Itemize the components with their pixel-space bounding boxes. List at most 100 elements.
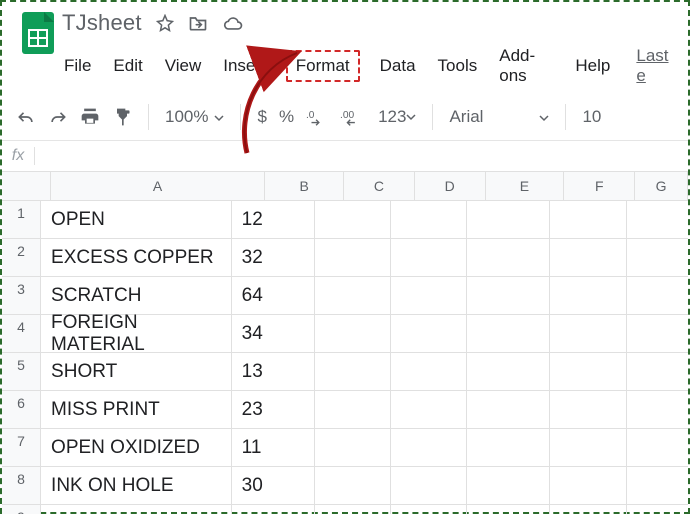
menu-view[interactable]: View — [163, 52, 204, 80]
number-format-select[interactable]: 123 — [378, 107, 416, 127]
cell-G9[interactable] — [627, 505, 688, 514]
cell-D2[interactable] — [391, 239, 467, 276]
cell-C4[interactable] — [315, 315, 391, 352]
cell-C7[interactable] — [315, 429, 391, 466]
currency-button[interactable]: $ — [257, 107, 266, 127]
cell-B4[interactable]: 34 — [232, 315, 315, 352]
cell-B1[interactable]: 12 — [232, 201, 315, 238]
cell-E1[interactable] — [467, 201, 550, 238]
cell-D1[interactable] — [391, 201, 467, 238]
cell-A6[interactable]: MISS PRINT — [41, 391, 232, 428]
cell-E8[interactable] — [467, 467, 550, 504]
cell-F2[interactable] — [550, 239, 626, 276]
col-header-F[interactable]: F — [564, 172, 635, 200]
cell-E4[interactable] — [467, 315, 550, 352]
row-header[interactable]: 9 — [2, 505, 41, 514]
row-header[interactable]: 8 — [2, 467, 41, 504]
zoom-select[interactable]: 100% — [165, 107, 224, 127]
cell-G3[interactable] — [627, 277, 688, 314]
select-all-corner[interactable] — [2, 172, 51, 200]
col-header-G[interactable]: G — [635, 172, 688, 200]
cell-C1[interactable] — [315, 201, 391, 238]
cell-E2[interactable] — [467, 239, 550, 276]
decrease-decimal-button[interactable]: .0 — [306, 108, 328, 126]
menu-tools[interactable]: Tools — [436, 52, 480, 80]
row-header[interactable]: 3 — [2, 277, 41, 314]
col-header-D[interactable]: D — [415, 172, 486, 200]
cell-D8[interactable] — [391, 467, 467, 504]
menu-help[interactable]: Help — [573, 52, 612, 80]
cell-D6[interactable] — [391, 391, 467, 428]
cell-G6[interactable] — [627, 391, 688, 428]
cell-B3[interactable]: 64 — [232, 277, 315, 314]
cell-E6[interactable] — [467, 391, 550, 428]
cell-D9[interactable] — [391, 505, 467, 514]
cell-F1[interactable] — [550, 201, 626, 238]
cell-G8[interactable] — [627, 467, 688, 504]
cell-F3[interactable] — [550, 277, 626, 314]
cell-B5[interactable]: 13 — [232, 353, 315, 390]
menu-data[interactable]: Data — [378, 52, 418, 80]
row-header[interactable]: 6 — [2, 391, 41, 428]
cell-F5[interactable] — [550, 353, 626, 390]
cell-G5[interactable] — [627, 353, 688, 390]
star-icon[interactable] — [156, 14, 174, 32]
menu-addons[interactable]: Add-ons — [497, 42, 555, 90]
print-icon[interactable] — [80, 107, 100, 127]
formula-input[interactable] — [35, 148, 688, 165]
cell-A4[interactable]: FOREIGN MATERIAL — [41, 315, 232, 352]
cell-F6[interactable] — [550, 391, 626, 428]
row-header[interactable]: 1 — [2, 201, 41, 238]
cell-A7[interactable]: OPEN OXIDIZED — [41, 429, 232, 466]
cell-A2[interactable]: EXCESS COPPER — [41, 239, 232, 276]
menu-edit[interactable]: Edit — [111, 52, 144, 80]
cell-C8[interactable] — [315, 467, 391, 504]
font-size-select[interactable]: 10 — [582, 107, 601, 127]
cell-B8[interactable]: 30 — [232, 467, 315, 504]
cell-C5[interactable] — [315, 353, 391, 390]
cell-B6[interactable]: 23 — [232, 391, 315, 428]
row-header[interactable]: 2 — [2, 239, 41, 276]
font-select[interactable]: Arial — [449, 107, 549, 127]
cell-A5[interactable]: SHORT — [41, 353, 232, 390]
cell-G7[interactable] — [627, 429, 688, 466]
cell-G4[interactable] — [627, 315, 688, 352]
cell-G2[interactable] — [627, 239, 688, 276]
cell-A1[interactable]: OPEN — [41, 201, 232, 238]
col-header-B[interactable]: B — [265, 172, 344, 200]
move-folder-icon[interactable] — [188, 14, 208, 32]
row-header[interactable]: 4 — [2, 315, 41, 352]
menu-file[interactable]: File — [62, 52, 93, 80]
cell-A3[interactable]: SCRATCH — [41, 277, 232, 314]
cell-D4[interactable] — [391, 315, 467, 352]
cell-F9[interactable] — [550, 505, 626, 514]
cell-E5[interactable] — [467, 353, 550, 390]
cloud-status-icon[interactable] — [222, 14, 244, 32]
doc-title[interactable]: TJsheet — [62, 10, 142, 36]
cell-F7[interactable] — [550, 429, 626, 466]
cell-D3[interactable] — [391, 277, 467, 314]
redo-icon[interactable] — [48, 108, 68, 126]
increase-decimal-button[interactable]: .00 — [340, 108, 366, 126]
cell-C9[interactable] — [315, 505, 391, 514]
cell-C3[interactable] — [315, 277, 391, 314]
cell-A9[interactable]: DENT — [41, 505, 232, 514]
cell-B9[interactable]: 38 — [232, 505, 315, 514]
sheets-logo[interactable] — [14, 10, 62, 56]
paint-format-icon[interactable] — [112, 107, 132, 127]
cell-B2[interactable]: 32 — [232, 239, 315, 276]
cell-E3[interactable] — [467, 277, 550, 314]
percent-button[interactable]: % — [279, 107, 294, 127]
cell-E9[interactable] — [467, 505, 550, 514]
col-header-A[interactable]: A — [51, 172, 265, 200]
undo-icon[interactable] — [16, 108, 36, 126]
cell-F8[interactable] — [550, 467, 626, 504]
cell-C6[interactable] — [315, 391, 391, 428]
cell-D5[interactable] — [391, 353, 467, 390]
cell-G1[interactable] — [627, 201, 688, 238]
cell-A8[interactable]: INK ON HOLE — [41, 467, 232, 504]
row-header[interactable]: 5 — [2, 353, 41, 390]
menu-format[interactable]: Format — [286, 50, 360, 82]
col-header-E[interactable]: E — [486, 172, 565, 200]
cell-D7[interactable] — [391, 429, 467, 466]
